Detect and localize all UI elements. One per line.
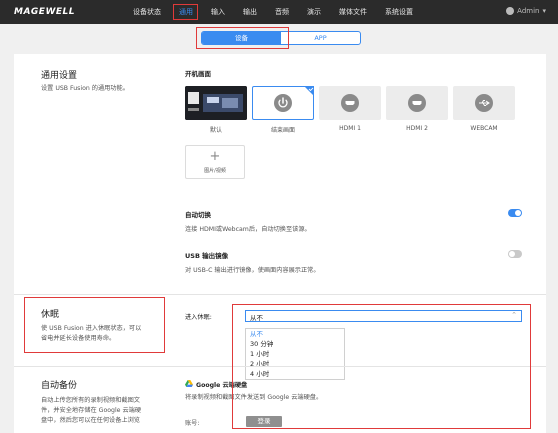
usb-mirror-desc: 对 USB-C 输出进行镜像，使画面内容展示正常。	[185, 267, 320, 274]
annotation-box-sleep-select	[232, 304, 531, 429]
section-divider	[14, 294, 546, 295]
nav-item-output[interactable]: 输出	[243, 7, 257, 17]
auto-backup-desc-line1: 自动上传您所有的录制视频和截图文	[41, 397, 140, 404]
power-icon	[274, 94, 292, 112]
usb-mirror-label: USB 输出镜像	[185, 252, 229, 260]
usb-icon	[475, 94, 493, 112]
general-settings-desc: 设置 USB Fusion 的通用功能。	[41, 85, 129, 92]
plus-icon: +	[209, 149, 221, 164]
boot-screen-label: 开机画面	[185, 70, 211, 78]
annotation-box-sleep-info	[24, 297, 165, 353]
admin-menu[interactable]: Admin ▾	[506, 7, 546, 15]
sleep-field-label: 进入休眠:	[185, 314, 212, 321]
auto-switch-desc: 连接 HDMI或Webcam后，自动切换至该源。	[185, 226, 311, 233]
nav-item-device-status[interactable]: 设备状态	[133, 7, 161, 17]
boot-tile-end-screen[interactable]	[252, 86, 314, 120]
boot-tile-default[interactable]	[185, 86, 247, 120]
nav-item-audio[interactable]: 音频	[275, 7, 289, 17]
default-preview-image	[185, 86, 247, 120]
nav-item-input[interactable]: 输入	[211, 7, 225, 17]
boot-tile-caption-hdmi2: HDMI 2	[406, 125, 428, 132]
auto-backup-desc-line3: 盘中，然后您可以在任何设备上浏览	[41, 417, 140, 424]
general-settings-title: 通用设置	[41, 71, 78, 81]
usb-mirror-toggle[interactable]	[508, 250, 522, 258]
toggle-knob	[515, 210, 521, 216]
tab-app[interactable]: APP	[281, 32, 360, 44]
boot-tile-caption-webcam: WEBCAM	[470, 125, 498, 132]
annotation-box-nav	[173, 4, 198, 20]
add-media-label: 图片/视频	[204, 168, 226, 174]
brand-logo: MAGEWELL	[14, 7, 76, 17]
boot-tile-caption-default: 默认	[209, 127, 222, 134]
nav-item-presentation[interactable]: 演示	[307, 7, 321, 17]
auto-switch-toggle[interactable]	[508, 209, 522, 217]
user-icon	[506, 7, 515, 15]
auto-switch-label: 自动切换	[185, 211, 211, 219]
boot-tile-caption-end-screen: 结束画面	[270, 127, 295, 134]
chevron-down-icon: ▾	[542, 7, 546, 15]
boot-tile-caption-hdmi1: HDMI 1	[339, 125, 361, 132]
toggle-knob	[509, 251, 515, 257]
nav-item-system-settings[interactable]: 系统设置	[385, 7, 413, 17]
selected-corner-icon	[304, 86, 314, 96]
boot-tile-webcam[interactable]	[453, 86, 515, 120]
boot-tile-hdmi1[interactable]	[319, 86, 381, 120]
auto-backup-desc-line2: 件，并安全地存储在 Google 云端硬	[41, 407, 142, 414]
hdmi-icon	[408, 94, 426, 112]
hdmi-icon	[341, 94, 359, 112]
top-navigation-bar: MAGEWELL 设备状态 通用 输入 输出 音频 演示 媒体文件 系统设置 A…	[0, 0, 558, 24]
boot-tile-hdmi2[interactable]	[386, 86, 448, 120]
auto-backup-title: 自动备份	[41, 381, 78, 391]
admin-name: Admin	[517, 7, 540, 15]
nav-item-media-files[interactable]: 媒体文件	[339, 7, 367, 17]
google-drive-icon	[185, 380, 193, 387]
add-boot-media-button[interactable]: + 图片/视频	[185, 145, 245, 179]
annotation-box-tab	[196, 27, 289, 49]
account-label: 账号:	[185, 420, 200, 427]
